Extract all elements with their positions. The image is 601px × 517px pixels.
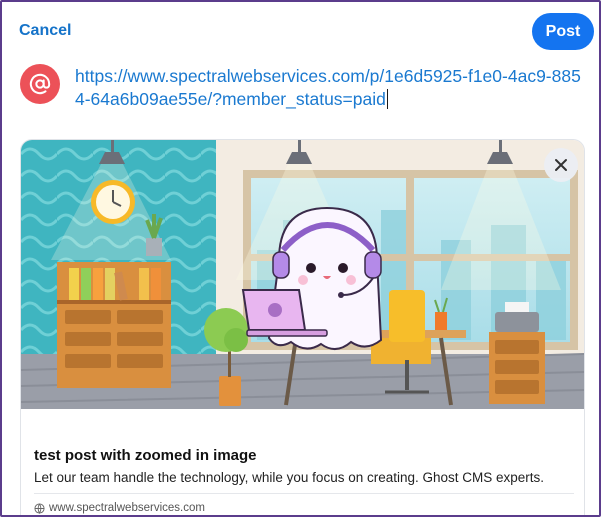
preview-domain-text: www.spectralwebservices.com [49,502,205,514]
divider [34,493,574,494]
url-text: https://www.spectralwebservices.com/p/1e… [75,66,581,109]
preview-description: Let our team handle the technology, whil… [34,470,545,485]
link-preview-card[interactable]: test post with zoomed in image Let our t… [20,139,585,515]
preview-domain: www.spectralwebservices.com [34,502,205,514]
text-caret [386,89,388,109]
avatar [20,64,60,104]
at-sign-icon [29,73,51,95]
cancel-button[interactable]: Cancel [19,22,71,40]
post-text-input[interactable]: https://www.spectralwebservices.com/p/1e… [75,65,590,111]
preview-title: test post with zoomed in image [34,447,257,464]
post-button[interactable]: Post [532,13,594,50]
preview-image [21,140,584,409]
remove-preview-button[interactable] [544,148,578,182]
compose-window: Cancel Post https://www.spectralwebservi… [0,0,601,517]
globe-icon [34,502,45,514]
close-icon [555,159,567,171]
